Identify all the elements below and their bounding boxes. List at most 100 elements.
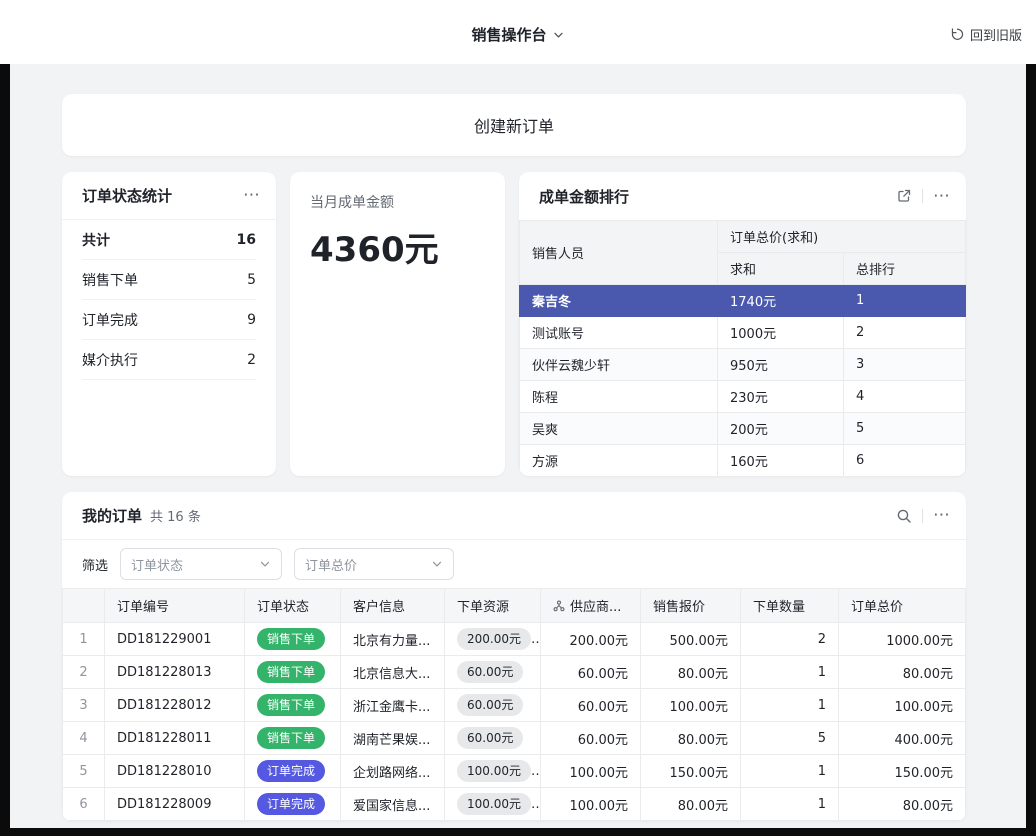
create-order-button[interactable]: 创建新订单 — [62, 94, 966, 156]
ranking-row[interactable]: 测试账号 1000元 2 — [520, 317, 966, 349]
quote-cell: 80.00元 — [641, 788, 741, 821]
total-cell: 80.00元 — [839, 656, 966, 689]
more-icon[interactable]: ⋯ — [933, 188, 950, 205]
order-status-card: 订单状态统计 ⋯ 共计 16 销售下单 5 订单完成 9 — [62, 172, 276, 476]
quote-cell: 80.00元 — [641, 722, 741, 755]
ranking-col-rank: 总排行 — [844, 253, 966, 285]
status-value: 16 — [237, 232, 256, 248]
ranking-person: 吴爽 — [520, 413, 718, 445]
ranking-table: 销售人员 订单总价(求和) 求和 总排行 秦吉冬 1740元 1 — [519, 220, 966, 476]
filter-label: 筛选 — [82, 555, 108, 574]
col-order-no: 订单编号 — [105, 589, 245, 623]
my-orders-card: 我的订单 共 16 条 ⋯ 筛选 订单状态 — [62, 492, 966, 821]
ranking-row[interactable]: 秦吉冬 1740元 1 — [520, 285, 966, 317]
order-row[interactable]: 1 DD181229001 销售下单 北京有力量... 200.00元 200.… — [63, 623, 966, 656]
order-row[interactable]: 3 DD181228012 销售下单 浙江金鹰卡... 60.00元 60.00… — [63, 689, 966, 722]
quote-cell: 80.00元 — [641, 656, 741, 689]
qty-cell: 1 — [741, 689, 839, 722]
status-badge: 销售下单 — [257, 694, 325, 716]
my-orders-count: 共 16 条 — [150, 506, 201, 525]
ranking-sum: 950元 — [718, 349, 844, 381]
ranking-rank: 1 — [844, 285, 966, 317]
supplier-cell: 60.00元 — [541, 722, 641, 755]
status-value: 5 — [247, 272, 256, 288]
my-orders-actions: ⋯ — [896, 507, 950, 524]
more-icon[interactable]: ⋯ — [243, 187, 260, 204]
supplier-cell: 60.00元 — [541, 689, 641, 722]
status-row: 销售下单 5 — [82, 260, 256, 300]
order-no: DD181229001 — [105, 623, 245, 656]
total-cell: 400.00元 — [839, 722, 966, 755]
ranking-sum: 1000元 — [718, 317, 844, 349]
row-number: 1 — [63, 623, 105, 656]
orders-table-header-row: 订单编号 订单状态 客户信息 下单资源 供应商... — [63, 589, 966, 623]
qty-cell: 1 — [741, 788, 839, 821]
order-status-card-title: 订单状态统计 — [82, 185, 172, 206]
status-label: 共计 — [82, 230, 110, 250]
orders-table: 订单编号 订单状态 客户信息 下单资源 供应商... — [62, 588, 966, 821]
my-orders-title-group: 我的订单 共 16 条 — [82, 505, 201, 526]
qty-cell: 1 — [741, 656, 839, 689]
status-row-total: 共计 16 — [82, 220, 256, 260]
status-badge: 销售下单 — [257, 628, 325, 650]
back-to-old-version-button[interactable]: 回到旧版 — [950, 25, 1022, 44]
total-cell: 1000.00元 — [839, 623, 966, 656]
ranking-person: 陈程 — [520, 381, 718, 413]
ranking-col-person: 销售人员 — [520, 221, 718, 285]
order-row[interactable]: 5 DD181228010 订单完成 企划路网络... 100.00元 100.… — [63, 755, 966, 788]
app-header: 销售操作台 回到旧版 — [0, 0, 1036, 64]
ranking-row[interactable]: 陈程 230元 4 — [520, 381, 966, 413]
row-number: 3 — [63, 689, 105, 722]
more-icon[interactable]: ⋯ — [933, 507, 950, 524]
filter-order-status-select[interactable]: 订单状态 — [120, 548, 282, 580]
my-orders-title: 我的订单 — [82, 505, 142, 526]
status-list: 共计 16 销售下单 5 订单完成 9 媒介执行 2 — [62, 220, 276, 380]
filter-order-total-select[interactable]: 订单总价 — [294, 548, 454, 580]
col-customer: 客户信息 — [341, 589, 445, 623]
ranking-sum: 200元 — [718, 413, 844, 445]
order-status-card-header: 订单状态统计 ⋯ — [62, 172, 276, 220]
ranking-row[interactable]: 伙伴云魏少轩 950元 3 — [520, 349, 966, 381]
supplier-cell: 60.00元 — [541, 656, 641, 689]
status-label: 销售下单 — [82, 270, 138, 290]
ranking-row[interactable]: 方源 160元 6 — [520, 445, 966, 477]
quote-cell: 500.00元 — [641, 623, 741, 656]
col-quote: 销售报价 — [641, 589, 741, 623]
total-cell: 150.00元 — [839, 755, 966, 788]
create-order-label: 创建新订单 — [474, 113, 554, 137]
app-title-dropdown[interactable]: 销售操作台 — [471, 24, 564, 45]
status-value: 9 — [247, 312, 256, 328]
ranking-col-sum: 求和 — [718, 253, 844, 285]
ranking-col-group: 订单总价(求和) — [718, 221, 966, 253]
my-orders-header: 我的订单 共 16 条 ⋯ — [62, 492, 966, 540]
chevron-down-icon — [553, 29, 565, 41]
open-external-icon[interactable] — [896, 188, 912, 204]
search-icon[interactable] — [896, 508, 912, 524]
resource-pill: 100.00元 — [457, 793, 531, 815]
ranking-person: 方源 — [520, 445, 718, 477]
customer-cell: 浙江金鹰卡... — [341, 689, 445, 722]
customer-cell: 湖南芒果娱... — [341, 722, 445, 755]
row-number: 4 — [63, 722, 105, 755]
order-row[interactable]: 2 DD181228013 销售下单 北京信息大... 60.00元 60.00… — [63, 656, 966, 689]
row-number: 5 — [63, 755, 105, 788]
total-cell: 80.00元 — [839, 788, 966, 821]
row-number: 2 — [63, 656, 105, 689]
customer-cell: 北京信息大... — [341, 656, 445, 689]
filter-row: 筛选 订单状态 订单总价 — [62, 540, 966, 588]
ranking-sum: 160元 — [718, 445, 844, 477]
app-title: 销售操作台 — [471, 24, 546, 45]
ranking-card: 成单金额排行 ⋯ 销售人员 订单总价(求和) — [519, 172, 966, 476]
divider — [922, 189, 923, 203]
status-badge: 销售下单 — [257, 727, 325, 749]
total-cell: 100.00元 — [839, 689, 966, 722]
status-value: 2 — [247, 352, 256, 368]
ranking-rank: 5 — [844, 413, 966, 445]
order-row[interactable]: 6 DD181228009 订单完成 爱国家信息... 100.00元 100.… — [63, 788, 966, 821]
resource-pill: 60.00元 — [457, 727, 523, 749]
ranking-row[interactable]: 吴爽 200元 5 — [520, 413, 966, 445]
month-amount-card: 当月成单金额 4360元 — [290, 172, 505, 476]
customer-cell: 爱国家信息... — [341, 788, 445, 821]
order-row[interactable]: 4 DD181228011 销售下单 湖南芒果娱... 60.00元 60.00… — [63, 722, 966, 755]
ranking-card-title: 成单金额排行 — [539, 186, 629, 207]
